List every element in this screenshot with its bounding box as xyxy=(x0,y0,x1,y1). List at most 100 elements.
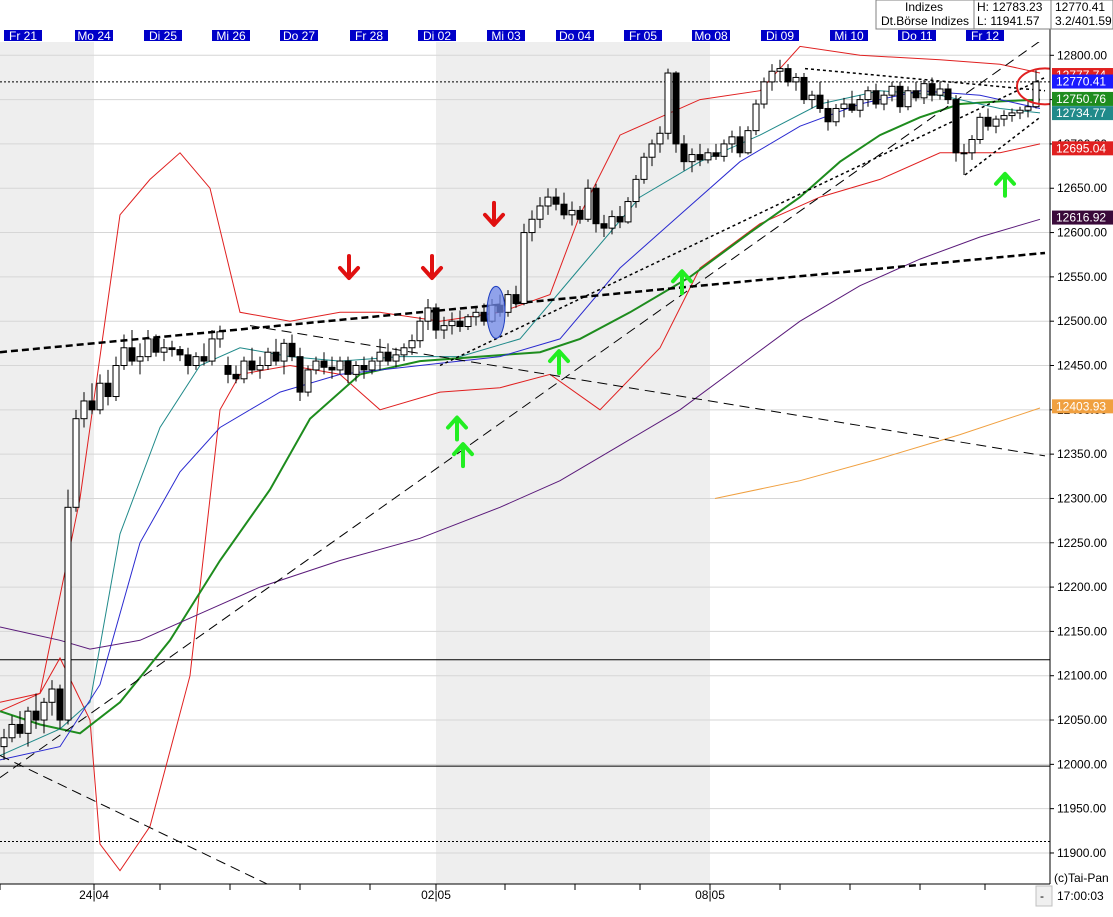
candle-body xyxy=(104,382,112,398)
candle-body xyxy=(472,311,480,318)
candle-body xyxy=(688,154,696,163)
candle-body xyxy=(864,90,872,101)
candle xyxy=(184,347,192,375)
candle-body xyxy=(1000,115,1008,120)
candle-body xyxy=(248,360,256,371)
date-axis-bg xyxy=(0,884,1050,912)
candle xyxy=(176,346,184,362)
candle-body xyxy=(456,320,464,328)
candle-body xyxy=(1016,109,1024,114)
highlight-oval xyxy=(486,285,506,339)
candle-body xyxy=(88,400,96,411)
candle xyxy=(888,81,896,102)
candle xyxy=(832,104,840,127)
candle xyxy=(800,73,808,105)
candle-body xyxy=(96,382,104,411)
candle xyxy=(960,143,968,175)
candle-body xyxy=(392,354,400,362)
candle-body xyxy=(344,360,352,375)
candle-body xyxy=(968,138,976,154)
price-tag-label: 12750.76 xyxy=(1056,92,1106,106)
day-label: Di 09 xyxy=(766,29,794,43)
price-tag: 12695.04 xyxy=(1052,141,1113,156)
candle xyxy=(840,97,848,118)
y-tick-label: 12300.00 xyxy=(1057,491,1107,505)
candle xyxy=(944,83,952,105)
y-tick-label: 12050.00 xyxy=(1057,713,1107,727)
candle xyxy=(136,343,144,375)
candle-body xyxy=(888,85,896,96)
candle-body xyxy=(544,196,552,207)
candle xyxy=(144,330,152,362)
candle-body xyxy=(768,70,776,83)
candle-body xyxy=(400,347,408,356)
price-axis: 12800.0012750.0012700.0012650.0012600.00… xyxy=(1049,29,1113,884)
candle-body xyxy=(280,342,288,362)
candle-body xyxy=(584,187,592,220)
candle-body xyxy=(8,723,16,739)
candle-body xyxy=(144,338,152,358)
candle-body xyxy=(752,103,760,132)
candle-body xyxy=(784,68,792,83)
candle xyxy=(240,356,248,384)
candle-body xyxy=(536,205,544,220)
candle-body xyxy=(568,209,576,216)
candle xyxy=(72,409,80,512)
y-tick-label: 12500.00 xyxy=(1057,314,1107,328)
candle-body xyxy=(664,72,672,134)
price-tag-label: 12770.41 xyxy=(1056,75,1106,89)
candle xyxy=(768,64,776,91)
candle xyxy=(504,290,512,317)
last-value: 12770.41 xyxy=(1055,0,1105,14)
candle-body xyxy=(240,360,248,380)
candle-body xyxy=(232,373,240,380)
candle xyxy=(752,99,760,136)
candle-body xyxy=(960,152,968,155)
date-label: 02|05 xyxy=(421,888,451,902)
candle xyxy=(712,143,720,160)
candle-body xyxy=(408,340,416,349)
y-tick-label: 12450.00 xyxy=(1057,359,1107,373)
candle-body xyxy=(792,76,800,83)
candle xyxy=(1016,106,1024,120)
candle-body xyxy=(728,136,736,145)
candle-body xyxy=(56,688,64,721)
candle-body xyxy=(976,116,984,140)
candle xyxy=(624,197,632,224)
candle-body xyxy=(928,83,936,96)
candle-body xyxy=(800,76,808,101)
candle-body xyxy=(632,178,640,203)
candle xyxy=(264,347,272,370)
candle xyxy=(280,338,288,375)
candle-body xyxy=(656,132,664,145)
candle-body xyxy=(680,143,688,163)
candle xyxy=(928,77,936,102)
day-header: Fr 21 Mo 24 Di 25 Mi 26 Do 27 Fr 28 Di 02 Mi 03… xyxy=(0,29,1050,43)
date-label: 08|05 xyxy=(695,888,725,902)
price-tag-label: 12403.93 xyxy=(1056,399,1106,413)
day-label: Do 04 xyxy=(559,29,591,43)
candle-body xyxy=(160,347,168,353)
price-tag: 12770.41 xyxy=(1052,74,1113,89)
candle xyxy=(736,126,744,158)
candle-body xyxy=(816,94,824,109)
date-label: 24|04 xyxy=(79,888,109,902)
candle xyxy=(848,90,856,113)
candle-body xyxy=(576,209,584,220)
price-tag-label: 12616.92 xyxy=(1056,211,1106,225)
candle-body xyxy=(288,342,296,358)
candle-body xyxy=(112,365,120,398)
candle-body xyxy=(904,90,912,108)
day-label: Fr 05 xyxy=(629,29,657,43)
candle-body xyxy=(304,369,312,393)
info-header: Indizes Dt.Börse Indizes H: 12783.23 L: … xyxy=(875,0,1113,30)
candle-body xyxy=(776,68,784,72)
candle xyxy=(224,356,232,384)
candle-body xyxy=(200,356,208,362)
candle-body xyxy=(224,365,232,375)
candle-body xyxy=(136,356,144,362)
candle-body xyxy=(48,688,56,703)
day-label: Fr 21 xyxy=(9,29,37,43)
arrow-down-icon xyxy=(338,254,360,281)
y-tick-label: 12600.00 xyxy=(1057,226,1107,240)
